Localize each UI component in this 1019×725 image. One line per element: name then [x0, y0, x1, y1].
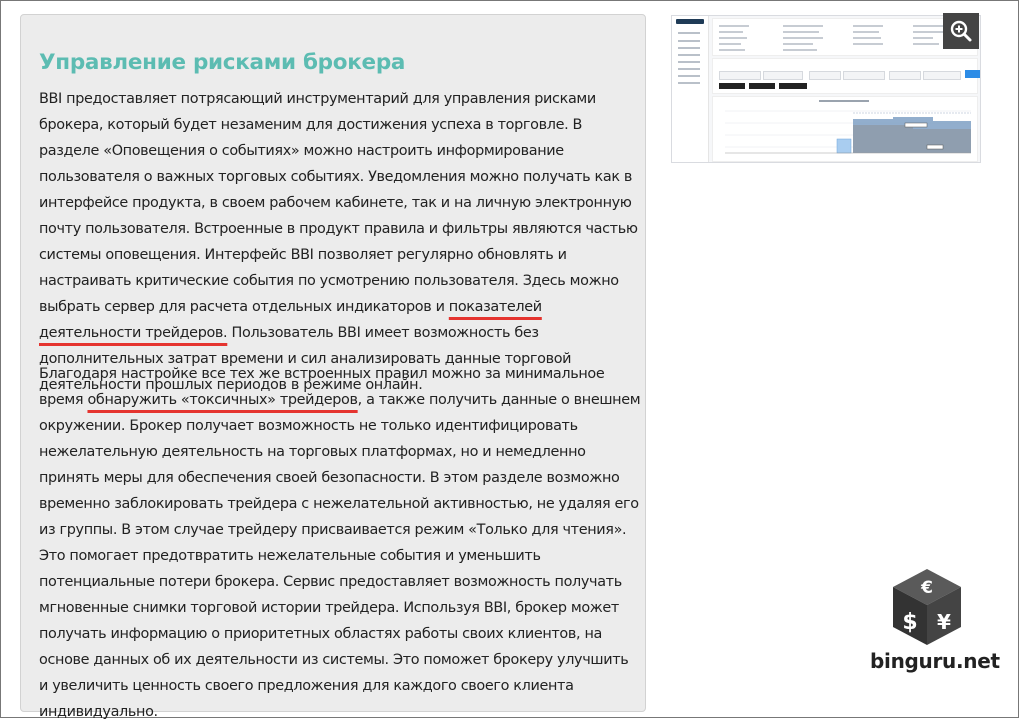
article-panel: Управление рисками брокера BBI предостав…	[20, 14, 646, 720]
article-title: Управление рисками брокера	[39, 50, 406, 75]
paragraph-text: , а также получить данные о внешнем окру…	[39, 392, 641, 720]
thumb-chart-plot	[725, 110, 971, 154]
brand-logo[interactable]: € $ ¥	[889, 567, 965, 647]
currency-cube-icon: € $ ¥	[893, 569, 961, 645]
svg-text:€: €	[920, 578, 933, 598]
thumb-nav-item	[678, 68, 700, 70]
zoom-in-icon	[950, 20, 972, 42]
thumb-logo	[676, 19, 704, 24]
page-frame: Управление рисками брокера BBI предостав…	[0, 0, 1019, 720]
paragraph-text: BBI предоставляет потрясающий инструмент…	[39, 91, 638, 315]
zoom-in-button[interactable]	[943, 13, 979, 49]
thumb-nav-item	[678, 82, 700, 84]
thumb-nav-item	[678, 32, 700, 34]
thumb-nav-item	[678, 75, 700, 77]
highlighted-phrase: обнаружить «токсичных» трейдеров	[87, 392, 358, 408]
article-paragraph-2: Благодаря настройке все тех же встроенны…	[39, 361, 641, 725]
product-screenshot-thumbnail[interactable]	[671, 15, 981, 163]
thumb-chart	[712, 96, 978, 162]
brand-name[interactable]: binguru.net	[870, 649, 1000, 673]
thumb-account-summary	[712, 18, 978, 56]
thumb-nav-item	[678, 40, 700, 42]
svg-text:¥: ¥	[937, 610, 951, 634]
thumb-nav-item	[678, 61, 700, 63]
thumb-filter-bar	[712, 58, 980, 94]
article-paragraph-1: BBI предоставляет потрясающий инструмент…	[39, 86, 641, 398]
svg-text:$: $	[902, 610, 917, 635]
thumb-nav-item	[678, 54, 700, 56]
thumb-nav-item	[678, 47, 700, 49]
thumb-sidebar	[672, 16, 709, 162]
thumb-apply-button	[965, 70, 980, 78]
